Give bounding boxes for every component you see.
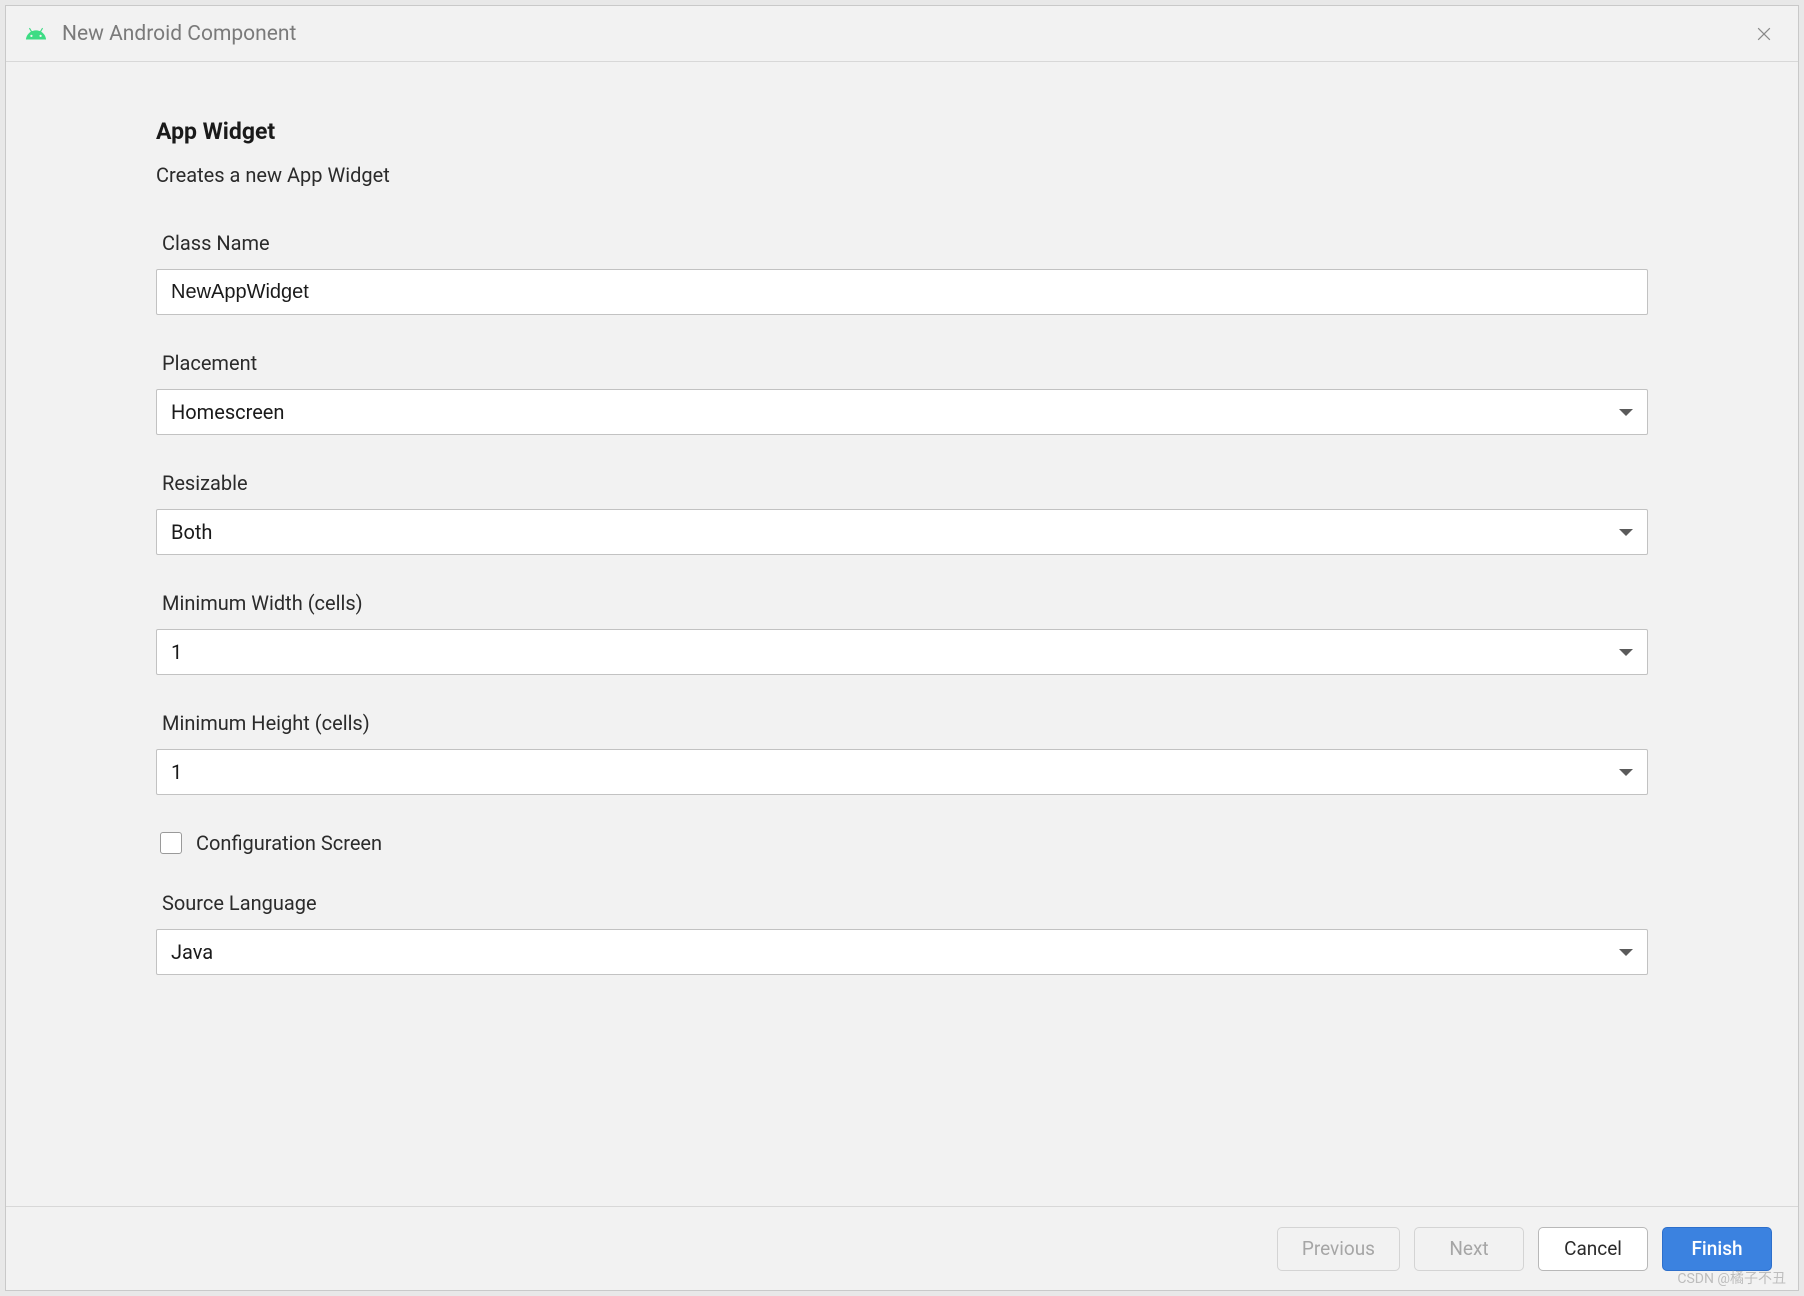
field-min-width: Minimum Width (cells) 1 [156,591,1648,675]
chevron-down-icon [1619,409,1633,416]
cancel-button[interactable]: Cancel [1538,1227,1648,1271]
placement-value: Homescreen [171,400,1619,424]
placement-select[interactable]: Homescreen [156,389,1648,435]
next-button[interactable]: Next [1414,1227,1524,1271]
dialog-content: App Widget Creates a new App Widget Clas… [6,62,1798,1206]
chevron-down-icon [1619,649,1633,656]
min-height-value: 1 [171,760,1619,784]
page-subheading: Creates a new App Widget [156,163,1648,187]
source-language-select[interactable]: Java [156,929,1648,975]
config-screen-label: Configuration Screen [196,831,382,855]
min-width-select[interactable]: 1 [156,629,1648,675]
min-height-label: Minimum Height (cells) [156,711,1648,735]
source-language-label: Source Language [156,891,1648,915]
resizable-label: Resizable [156,471,1648,495]
page-heading: App Widget [156,118,1648,145]
chevron-down-icon [1619,529,1633,536]
chevron-down-icon [1619,769,1633,776]
placement-label: Placement [156,351,1648,375]
min-width-label: Minimum Width (cells) [156,591,1648,615]
field-config-screen: Configuration Screen [156,831,1648,855]
chevron-down-icon [1619,949,1633,956]
config-screen-checkbox[interactable] [160,832,182,854]
titlebar: New Android Component [6,6,1798,62]
field-resizable: Resizable Both [156,471,1648,555]
android-icon [24,22,48,46]
min-width-value: 1 [171,640,1619,664]
min-height-select[interactable]: 1 [156,749,1648,795]
dialog-window: New Android Component App Widget Creates… [5,5,1799,1291]
resizable-select[interactable]: Both [156,509,1648,555]
class-name-label: Class Name [156,231,1648,255]
field-min-height: Minimum Height (cells) 1 [156,711,1648,795]
field-class-name: Class Name [156,231,1648,315]
source-language-value: Java [171,940,1619,964]
previous-button[interactable]: Previous [1277,1227,1400,1271]
finish-button[interactable]: Finish [1662,1227,1772,1271]
field-source-language: Source Language Java [156,891,1648,975]
field-placement: Placement Homescreen [156,351,1648,435]
close-button[interactable] [1748,18,1780,50]
titlebar-title: New Android Component [62,22,1748,46]
close-icon [1754,24,1774,44]
resizable-value: Both [171,520,1619,544]
dialog-footer: Previous Next Cancel Finish [6,1206,1798,1290]
class-name-input[interactable] [156,269,1648,315]
